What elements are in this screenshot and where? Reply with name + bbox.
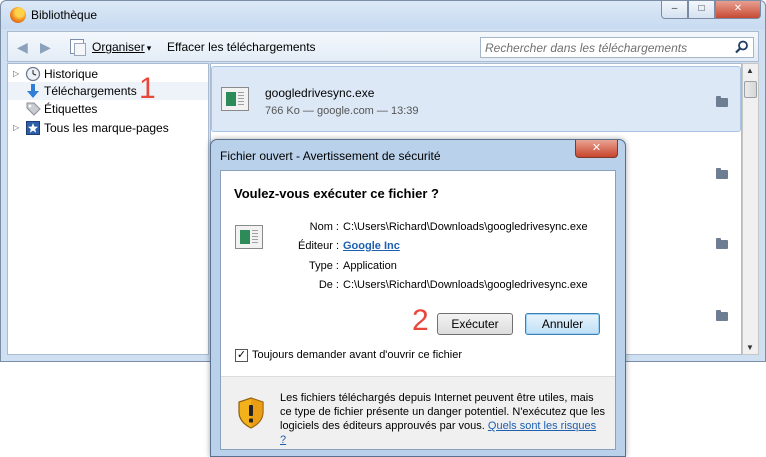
toolbar: ◀ ▶ Organiser ▾ Effacer les téléchargemen… (7, 31, 759, 62)
scroll-up-icon[interactable]: ▲ (746, 66, 754, 75)
sidebar-item-label: Téléchargements (44, 84, 137, 98)
publisher-link[interactable]: Google Inc (343, 240, 400, 252)
always-ask-checkbox[interactable]: ✓ (235, 349, 248, 362)
download-item[interactable]: googledrivesync.exe 766 Ko — google.com … (211, 66, 741, 132)
name-label: Nom : (309, 221, 339, 233)
sidebar-item-label: Tous les marque-pages (44, 121, 169, 135)
close-button[interactable]: ✕ (715, 1, 761, 19)
download-filename: googledrivesync.exe (265, 86, 375, 100)
download-arrow-icon (27, 84, 39, 98)
folder-icon[interactable] (716, 238, 728, 249)
from-value: C:\Users\Richard\Downloads\googledrivesy… (343, 279, 588, 291)
name-value: C:\Users\Richard\Downloads\googledrivesy… (343, 221, 588, 233)
organize-label: Organiser (92, 40, 145, 54)
from-label: De : (318, 279, 339, 291)
sidebar-item-history[interactable]: ▷ Historique (8, 65, 208, 83)
dialog-close-button[interactable]: ✕ (575, 140, 618, 158)
sidebar-item-label: Historique (44, 67, 99, 81)
clock-icon (25, 66, 41, 82)
bookmarks-star-icon (26, 121, 40, 135)
scrollbar-thumb[interactable] (744, 81, 757, 98)
clear-downloads-button[interactable]: Effacer les téléchargements (167, 40, 316, 54)
sidebar-item-label: Étiquettes (44, 102, 98, 116)
back-arrow-icon[interactable]: ◀ (17, 39, 28, 56)
publisher-label: Éditeur : (298, 240, 339, 252)
search-icon[interactable] (735, 40, 749, 54)
scroll-down-icon[interactable]: ▼ (746, 343, 754, 352)
dialog-question: Voulez-vous exécuter ce fichier ? (234, 186, 439, 201)
window-title: Bibliothèque (31, 8, 98, 22)
application-file-icon (221, 87, 249, 111)
search-placeholder: Rechercher dans les téléchargements (485, 41, 688, 55)
search-input[interactable]: Rechercher dans les téléchargements (480, 37, 754, 58)
download-meta: 766 Ko — google.com — 13:39 (265, 105, 419, 117)
expand-icon[interactable]: ▷ (13, 69, 19, 78)
expand-icon[interactable]: ▷ (13, 123, 19, 132)
tag-icon (26, 102, 41, 116)
sidebar-item-downloads[interactable]: Téléchargements (8, 82, 208, 100)
dialog-title: Fichier ouvert - Avertissement de sécuri… (220, 149, 441, 163)
application-file-icon (235, 225, 263, 249)
run-button[interactable]: Exécuter (437, 313, 513, 335)
folder-icon[interactable] (716, 96, 728, 107)
sidebar: ▷ Historique Téléchargements Étiquettes … (7, 63, 209, 355)
caption-buttons: – □ ✕ (661, 1, 761, 19)
annotation-step-1: 1 (139, 72, 156, 105)
warning-footer: Les fichiers téléchargés depuis Internet… (221, 377, 615, 449)
security-warning-dialog: Fichier ouvert - Avertissement de sécuri… (210, 139, 626, 457)
warning-text: Les fichiers téléchargés depuis Internet… (280, 391, 605, 447)
vertical-scrollbar[interactable]: ▲ ▼ (742, 63, 759, 355)
firefox-icon (10, 7, 26, 23)
sidebar-item-all-bookmarks[interactable]: ▷ Tous les marque-pages (8, 119, 208, 137)
chevron-down-icon: ▾ (146, 43, 152, 53)
maximize-button[interactable]: □ (688, 1, 715, 19)
title-bar[interactable]: Bibliothèque – □ ✕ (1, 1, 765, 29)
cancel-button[interactable]: Annuler (525, 313, 600, 335)
sidebar-item-tags[interactable]: Étiquettes (8, 100, 208, 118)
annotation-step-2: 2 (412, 304, 429, 337)
type-value: Application (343, 260, 397, 272)
organize-menu-button[interactable]: Organiser ▾ (92, 40, 151, 54)
security-shield-icon (238, 397, 264, 429)
type-label: Type : (309, 260, 339, 272)
folder-icon[interactable] (716, 168, 728, 179)
forward-arrow-icon[interactable]: ▶ (40, 39, 51, 56)
minimize-button[interactable]: – (661, 1, 688, 19)
always-ask-label[interactable]: Toujours demander avant d'ouvrir ce fich… (252, 349, 462, 361)
organize-icon (70, 39, 86, 56)
folder-icon[interactable] (716, 310, 728, 321)
